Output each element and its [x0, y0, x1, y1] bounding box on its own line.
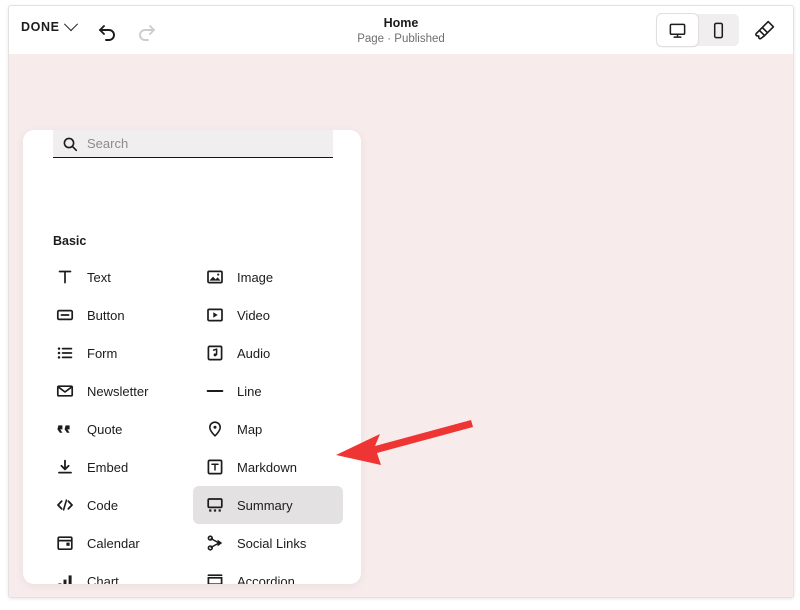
block-label: Image	[237, 270, 273, 285]
block-label: Markdown	[237, 460, 297, 475]
redo-button	[133, 18, 159, 44]
search-icon	[53, 136, 87, 152]
block-label: Form	[87, 346, 117, 361]
envelope-icon	[55, 381, 75, 401]
block-label: Button	[87, 308, 125, 323]
block-item-line[interactable]: Line	[193, 372, 343, 410]
map-pin-icon	[205, 419, 225, 439]
device-toggle-group	[657, 14, 739, 46]
block-item-text[interactable]: Text	[43, 258, 193, 296]
mobile-phone-icon	[709, 21, 728, 40]
audio-note-icon	[205, 343, 225, 363]
app-window: DONE Home Page · Published	[8, 5, 794, 598]
share-nodes-icon	[205, 533, 225, 553]
page-canvas: Basic Text	[9, 54, 793, 597]
desktop-monitor-icon	[668, 21, 687, 40]
redo-arrow-icon	[133, 18, 159, 44]
block-item-image[interactable]: Image	[193, 258, 343, 296]
block-label: Chart	[87, 574, 119, 585]
block-item-quote[interactable]: Quote	[43, 410, 193, 448]
block-label: Newsletter	[87, 384, 148, 399]
block-grid: Text Image	[43, 258, 361, 584]
block-item-button[interactable]: Button	[43, 296, 193, 334]
form-list-icon	[55, 343, 75, 363]
block-item-form[interactable]: Form	[43, 334, 193, 372]
code-brackets-icon	[55, 495, 75, 515]
block-label: Code	[87, 498, 118, 513]
embed-download-icon	[55, 457, 75, 477]
bar-chart-icon	[55, 571, 75, 584]
block-item-social-links[interactable]: Social Links	[193, 524, 343, 562]
video-play-icon	[205, 305, 225, 325]
markdown-t-box-icon	[205, 457, 225, 477]
summary-monitor-icon	[205, 495, 225, 515]
block-label: Social Links	[237, 536, 306, 551]
block-item-audio[interactable]: Audio	[193, 334, 343, 372]
style-paintbrush-button[interactable]	[749, 14, 781, 46]
block-item-code[interactable]: Code	[43, 486, 193, 524]
text-t-icon	[55, 267, 75, 287]
block-label: Quote	[87, 422, 122, 437]
top-toolbar: DONE Home Page · Published	[9, 6, 793, 55]
block-item-video[interactable]: Video	[193, 296, 343, 334]
block-item-map[interactable]: Map	[193, 410, 343, 448]
block-label: Video	[237, 308, 270, 323]
block-item-calendar[interactable]: Calendar	[43, 524, 193, 562]
calendar-icon	[55, 533, 75, 553]
block-label: Text	[87, 270, 111, 285]
accordion-panel-icon	[205, 571, 225, 584]
block-label: Audio	[237, 346, 270, 361]
search-input[interactable]	[87, 133, 333, 155]
done-button[interactable]: DONE	[21, 20, 76, 34]
undo-arrow-icon	[95, 18, 121, 44]
done-button-label: DONE	[21, 20, 60, 34]
device-desktop-button[interactable]	[657, 14, 698, 46]
block-item-chart[interactable]: Chart	[43, 562, 193, 584]
block-label: Line	[237, 384, 262, 399]
block-item-markdown[interactable]: Markdown	[193, 448, 343, 486]
button-rectangle-icon	[55, 305, 75, 325]
block-item-accordion[interactable]: Accordion	[193, 562, 343, 584]
block-label: Map	[237, 422, 262, 437]
quote-marks-icon	[55, 419, 75, 439]
block-item-summary[interactable]: Summary	[193, 486, 343, 524]
section-label-basic: Basic	[53, 234, 86, 248]
block-label: Calendar	[87, 536, 140, 551]
search-field[interactable]	[53, 130, 333, 158]
block-label: Summary	[237, 498, 293, 513]
chevron-down-icon	[63, 17, 77, 31]
horizontal-line-icon	[205, 381, 225, 401]
device-mobile-button[interactable]	[698, 14, 739, 46]
image-picture-icon	[205, 267, 225, 287]
block-item-newsletter[interactable]: Newsletter	[43, 372, 193, 410]
undo-button[interactable]	[95, 18, 121, 44]
paintbrush-icon	[753, 18, 777, 42]
block-label: Accordion	[237, 574, 295, 585]
block-label: Embed	[87, 460, 128, 475]
block-item-embed[interactable]: Embed	[43, 448, 193, 486]
block-picker-panel: Basic Text	[23, 130, 361, 584]
